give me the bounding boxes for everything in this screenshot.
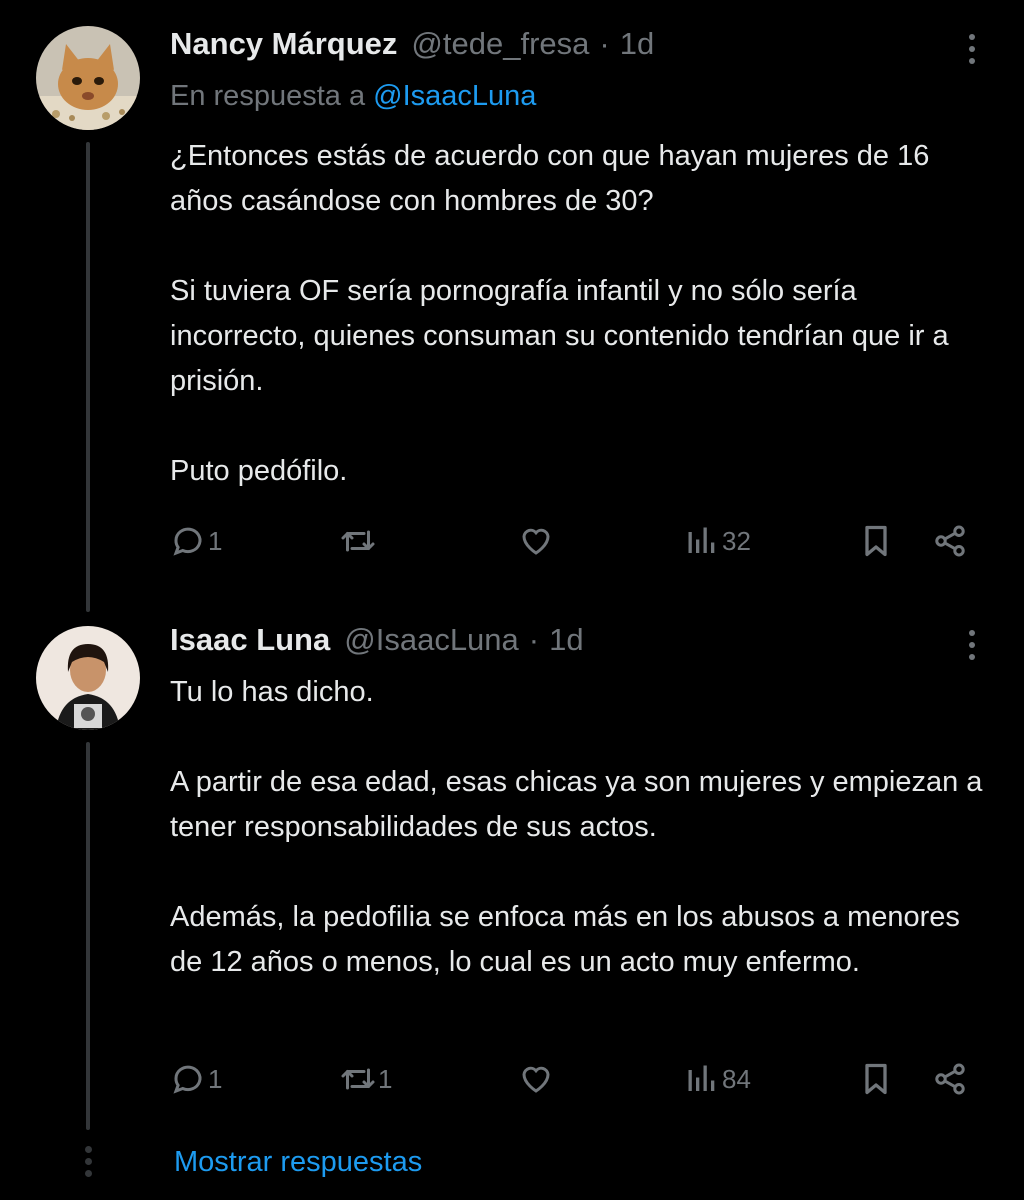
reply-button[interactable]: 1 — [170, 523, 222, 559]
like-button[interactable] — [518, 1061, 556, 1097]
heart-icon — [522, 528, 550, 555]
thread-line — [86, 142, 90, 612]
timestamp[interactable]: 1d — [549, 622, 583, 658]
retweet-button[interactable] — [340, 523, 378, 559]
avatar-isaac[interactable] — [36, 626, 140, 730]
show-replies-link[interactable]: Mostrar respuestas — [174, 1146, 422, 1179]
share-button[interactable] — [932, 1061, 968, 1097]
action-bar: 1 32 — [170, 523, 980, 569]
bookmark-icon — [865, 1063, 887, 1095]
separator-dot: · — [528, 622, 540, 657]
reply-count: 1 — [208, 525, 223, 556]
more-options-icon[interactable] — [964, 626, 980, 666]
retweet-icon — [341, 1068, 375, 1090]
tweet-paragraph: Puto pedófilo. — [170, 455, 348, 487]
tweet-paragraph: A partir de esa edad, esas chicas ya son… — [170, 766, 983, 843]
thread-continuation-dots — [83, 1146, 93, 1182]
tweet-text: ¿Entonces estás de acuerdo con que hayan… — [170, 134, 1000, 494]
reply-icon — [173, 1065, 202, 1094]
view-count: 32 — [722, 525, 751, 556]
author-handle[interactable]: @IsaacLuna — [344, 622, 519, 658]
tweet-paragraph: ¿Entonces estás de acuerdo con que hayan… — [170, 140, 930, 217]
view-count: 84 — [722, 1063, 751, 1094]
tweet-paragraph: Además, la pedofilia se enfoca más en lo… — [170, 901, 960, 978]
bookmark-button[interactable] — [858, 523, 894, 559]
author-name[interactable]: Isaac Luna — [170, 622, 330, 658]
tweet-text: Tu lo has dicho. A partir de esa edad, e… — [170, 670, 1000, 985]
heart-icon — [522, 1066, 550, 1093]
bookmark-button[interactable] — [858, 1061, 894, 1097]
tweet-paragraph: Si tuviera OF sería pornografía infantil… — [170, 275, 949, 397]
views-icon — [688, 527, 715, 553]
views-icon — [688, 1065, 715, 1091]
share-icon — [935, 525, 965, 557]
reply-handle-link[interactable]: @IsaacLuna — [373, 80, 536, 112]
retweet-icon — [341, 530, 375, 552]
retweet-count: 1 — [378, 1063, 393, 1094]
bookmark-icon — [865, 525, 887, 557]
tweet-header: Nancy Márquez @tede_fresa · 1d — [170, 26, 654, 62]
share-icon — [935, 1063, 965, 1095]
tweet-paragraph: Tu lo has dicho. — [170, 676, 374, 708]
reply-context: En respuesta a @IsaacLuna — [170, 80, 536, 113]
share-button[interactable] — [932, 523, 968, 559]
reply-count: 1 — [208, 1063, 223, 1094]
tweet-header: Isaac Luna @IsaacLuna · 1d — [170, 622, 584, 658]
author-handle[interactable]: @tede_fresa — [411, 26, 589, 62]
timestamp[interactable]: 1d — [620, 26, 654, 62]
retweet-button[interactable]: 1 — [340, 1061, 392, 1097]
avatar-nancy[interactable] — [36, 26, 140, 130]
views-button[interactable]: 32 — [684, 523, 751, 559]
like-button[interactable] — [518, 523, 556, 559]
reply-prefix: En respuesta a — [170, 80, 366, 112]
more-options-icon[interactable] — [964, 30, 980, 70]
author-name[interactable]: Nancy Márquez — [170, 26, 397, 62]
action-bar: 1 1 84 — [170, 1061, 980, 1107]
reply-button[interactable]: 1 — [170, 1061, 222, 1097]
views-button[interactable]: 84 — [684, 1061, 751, 1097]
thread-line — [86, 742, 90, 1130]
reply-icon — [173, 527, 202, 556]
separator-dot: · — [599, 26, 610, 61]
